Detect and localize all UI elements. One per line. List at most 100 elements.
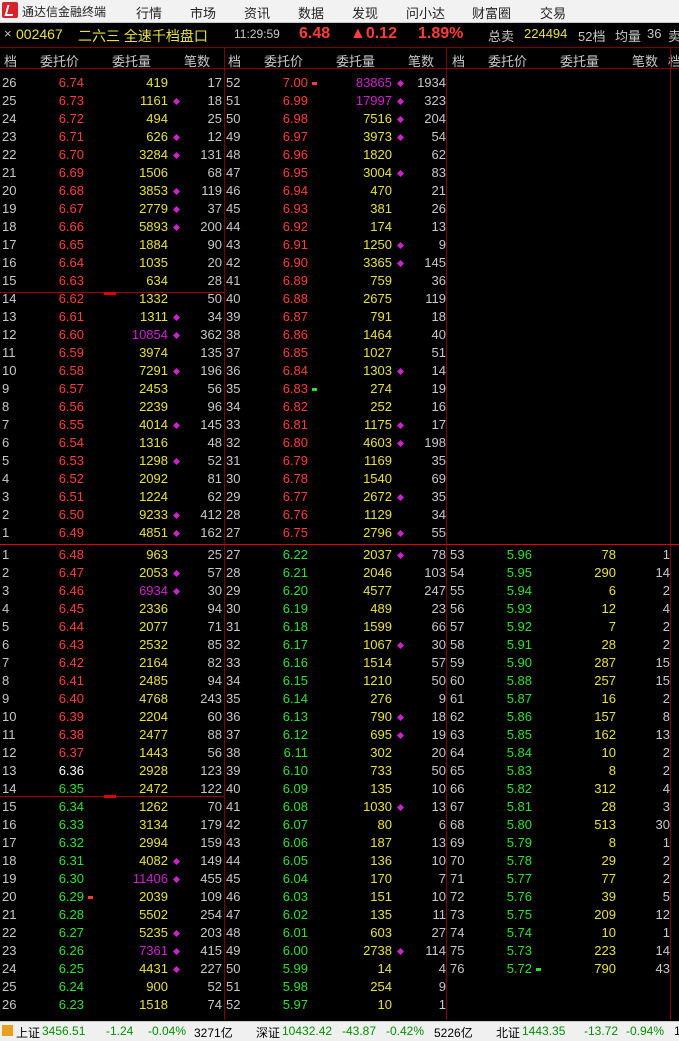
sell-volume[interactable]: 5893 xyxy=(100,218,168,236)
sell-price[interactable]: 6.94 xyxy=(260,182,308,200)
buy-price[interactable]: 6.25 xyxy=(36,960,84,978)
sell-price[interactable]: 6.78 xyxy=(260,470,308,488)
buy-price[interactable]: 5.96 xyxy=(484,546,532,564)
menu-item-trade[interactable]: 交易 xyxy=(540,3,566,22)
buy-volume[interactable]: 78 xyxy=(548,546,616,564)
sell-price[interactable]: 6.56 xyxy=(36,398,84,416)
buy-volume[interactable]: 135 xyxy=(324,780,392,798)
sell-volume[interactable]: 1027 xyxy=(324,344,392,362)
sell-price[interactable]: 7.00 xyxy=(260,74,308,92)
buy-price[interactable]: 5.84 xyxy=(484,744,532,762)
buy-price[interactable]: 6.01 xyxy=(260,924,308,942)
buy-volume[interactable]: 151 xyxy=(324,888,392,906)
buy-price[interactable]: 6.11 xyxy=(260,744,308,762)
sell-volume[interactable]: 3974 xyxy=(100,344,168,362)
buy-volume[interactable]: 1067 xyxy=(324,636,392,654)
sell-price[interactable]: 6.93 xyxy=(260,200,308,218)
buy-price[interactable]: 5.82 xyxy=(484,780,532,798)
buy-price[interactable]: 5.92 xyxy=(484,618,532,636)
buy-volume[interactable]: 10 xyxy=(324,996,392,1014)
sell-price[interactable]: 6.95 xyxy=(260,164,308,182)
sell-volume[interactable]: 1035 xyxy=(100,254,168,272)
buy-volume[interactable]: 136 xyxy=(324,852,392,870)
sell-price[interactable]: 6.82 xyxy=(260,398,308,416)
buy-price[interactable]: 6.43 xyxy=(36,636,84,654)
buy-price[interactable]: 5.77 xyxy=(484,870,532,888)
buy-volume[interactable]: 223 xyxy=(548,942,616,960)
buy-volume[interactable]: 254 xyxy=(324,978,392,996)
buy-price[interactable]: 5.90 xyxy=(484,654,532,672)
sell-volume[interactable]: 1169 xyxy=(324,452,392,470)
sell-volume[interactable]: 1175 xyxy=(324,416,392,434)
sell-price[interactable]: 6.73 xyxy=(36,92,84,110)
sell-volume[interactable]: 1224 xyxy=(100,488,168,506)
sell-price[interactable]: 6.74 xyxy=(36,74,84,92)
buy-volume[interactable]: 2046 xyxy=(324,564,392,582)
buy-price[interactable]: 6.29 xyxy=(36,888,84,906)
sell-volume[interactable]: 2092 xyxy=(100,470,168,488)
sell-volume[interactable]: 7516 xyxy=(324,110,392,128)
buy-volume[interactable]: 2039 xyxy=(100,888,168,906)
buy-price[interactable]: 6.07 xyxy=(260,816,308,834)
buy-volume[interactable]: 489 xyxy=(324,600,392,618)
buy-volume[interactable]: 1514 xyxy=(324,654,392,672)
sell-price[interactable]: 6.53 xyxy=(36,452,84,470)
sell-price[interactable]: 6.87 xyxy=(260,308,308,326)
buy-price[interactable]: 6.45 xyxy=(36,600,84,618)
buy-volume[interactable]: 733 xyxy=(324,762,392,780)
buy-volume[interactable]: 29 xyxy=(548,852,616,870)
buy-volume[interactable]: 4768 xyxy=(100,690,168,708)
sell-price[interactable]: 6.50 xyxy=(36,506,84,524)
buy-price[interactable]: 6.36 xyxy=(36,762,84,780)
buy-price[interactable]: 6.33 xyxy=(36,816,84,834)
menu-item-ask[interactable]: 问小达 xyxy=(406,3,445,22)
sell-volume[interactable]: 274 xyxy=(324,380,392,398)
buy-volume[interactable]: 2164 xyxy=(100,654,168,672)
buy-price[interactable]: 5.94 xyxy=(484,582,532,600)
buy-price[interactable]: 6.39 xyxy=(36,708,84,726)
buy-volume[interactable]: 187 xyxy=(324,834,392,852)
buy-volume[interactable]: 135 xyxy=(324,906,392,924)
buy-volume[interactable]: 39 xyxy=(548,888,616,906)
sell-volume[interactable]: 1303 xyxy=(324,362,392,380)
buy-price[interactable]: 6.17 xyxy=(260,636,308,654)
buy-price[interactable]: 6.05 xyxy=(260,852,308,870)
sell-volume[interactable]: 1250 xyxy=(324,236,392,254)
sell-volume[interactable]: 1298 xyxy=(100,452,168,470)
sell-price[interactable]: 6.70 xyxy=(36,146,84,164)
buy-price[interactable]: 5.93 xyxy=(484,600,532,618)
buy-volume[interactable]: 1030 xyxy=(324,798,392,816)
buy-volume[interactable]: 695 xyxy=(324,726,392,744)
buy-price[interactable]: 5.80 xyxy=(484,816,532,834)
buy-price[interactable]: 5.79 xyxy=(484,834,532,852)
menu-item-data[interactable]: 数据 xyxy=(298,3,324,22)
sell-price[interactable]: 6.54 xyxy=(36,434,84,452)
sell-price[interactable]: 6.49 xyxy=(36,524,84,542)
sell-price[interactable]: 6.81 xyxy=(260,416,308,434)
buy-volume[interactable]: 4431 xyxy=(100,960,168,978)
buy-volume[interactable]: 2037 xyxy=(324,546,392,564)
sell-volume[interactable]: 381 xyxy=(324,200,392,218)
menu-item-wealth[interactable]: 财富圈 xyxy=(472,3,511,22)
buy-volume[interactable]: 6 xyxy=(548,582,616,600)
buy-volume[interactable]: 900 xyxy=(100,978,168,996)
buy-price[interactable]: 5.74 xyxy=(484,924,532,942)
sz-index-name[interactable]: 深证 xyxy=(256,1024,280,1041)
buy-volume[interactable]: 1443 xyxy=(100,744,168,762)
buy-price[interactable]: 6.22 xyxy=(260,546,308,564)
buy-price[interactable]: 5.88 xyxy=(484,672,532,690)
sell-volume[interactable]: 634 xyxy=(100,272,168,290)
sell-price[interactable]: 6.64 xyxy=(36,254,84,272)
sell-price[interactable]: 6.75 xyxy=(260,524,308,542)
buy-volume[interactable]: 2336 xyxy=(100,600,168,618)
sell-price[interactable]: 6.63 xyxy=(36,272,84,290)
buy-price[interactable]: 6.27 xyxy=(36,924,84,942)
buy-price[interactable]: 6.44 xyxy=(36,618,84,636)
buy-price[interactable]: 6.24 xyxy=(36,978,84,996)
buy-volume[interactable]: 16 xyxy=(548,690,616,708)
sell-volume[interactable]: 1316 xyxy=(100,434,168,452)
buy-volume[interactable]: 7361 xyxy=(100,942,168,960)
buy-volume[interactable]: 4577 xyxy=(324,582,392,600)
buy-price[interactable]: 5.91 xyxy=(484,636,532,654)
sell-price[interactable]: 6.83 xyxy=(260,380,308,398)
